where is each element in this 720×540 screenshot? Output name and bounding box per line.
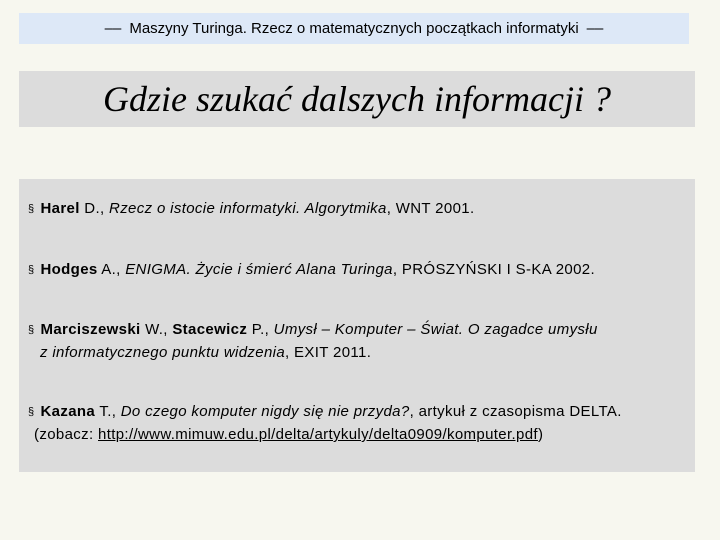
reference-item-harel: § Harel D., Rzecz o istocie informatyki. … bbox=[28, 198, 474, 221]
article-title: Do czego komputer nigdy się nie przyda? bbox=[120, 403, 410, 420]
bullet-icon: § bbox=[28, 264, 35, 276]
reference-item-marciszewski: § Marciszewski W., Stacewicz P., Umysł – … bbox=[28, 319, 598, 363]
slide-title: Gdzie szukać dalszych informacji ? bbox=[103, 79, 611, 119]
publisher: , EXIT 2011. bbox=[285, 344, 372, 361]
header-bar: –– Maszyny Turinga. Rzecz o matematyczny… bbox=[19, 13, 689, 44]
publisher: , artykuł z czasopisma DELTA. bbox=[409, 403, 622, 420]
bullet-icon: § bbox=[28, 324, 35, 336]
bullet-icon: § bbox=[28, 406, 35, 418]
author-initial-2: P., bbox=[247, 321, 274, 338]
header-dash-right: –– bbox=[586, 20, 604, 37]
author-name: Kazana bbox=[40, 403, 96, 420]
author-initial: D., bbox=[79, 200, 110, 217]
reference-item-hodges: § Hodges A., ENIGMA. Życie i śmierć Alana… bbox=[28, 259, 595, 282]
book-title: ENIGMA. Życie i śmierć Alana Turinga bbox=[125, 261, 393, 278]
reference-continuation: z informatycznego punktu widzenia, EXIT … bbox=[28, 342, 598, 363]
slide-title-box: Gdzie szukać dalszych informacji ? bbox=[19, 71, 695, 127]
bullet-icon: § bbox=[28, 203, 35, 215]
author-name-2: Stacewicz bbox=[172, 321, 248, 338]
author-name: Harel bbox=[40, 200, 80, 217]
header-title: Maszyny Turinga. Rzecz o matematycznych … bbox=[129, 20, 579, 37]
book-title: Rzecz o istocie informatyki. Algorytmika bbox=[109, 200, 387, 217]
publisher: , PRÓSZYŃSKI I S-KA 2002. bbox=[392, 261, 596, 278]
reference-continuation: (zobacz: http://www.mimuw.edu.pl/delta/a… bbox=[28, 424, 622, 445]
book-title-line1: Umysł – Komputer – Świat. O zagadce umys… bbox=[273, 321, 598, 338]
see-suffix: ) bbox=[537, 426, 544, 443]
author-name: Hodges bbox=[40, 261, 98, 278]
references-box: § Harel D., Rzecz o istocie informatyki. … bbox=[19, 179, 695, 472]
author-initial: W., bbox=[140, 321, 173, 338]
author-name: Marciszewski bbox=[40, 321, 141, 338]
article-link[interactable]: http://www.mimuw.edu.pl/delta/artykuly/d… bbox=[98, 426, 538, 443]
header-dash-left: –– bbox=[104, 20, 122, 37]
author-initial: T., bbox=[95, 403, 121, 420]
book-title-line2: z informatycznego punktu widzenia bbox=[40, 344, 286, 361]
publisher: , WNT 2001. bbox=[386, 200, 475, 217]
see-prefix: (zobacz: bbox=[34, 426, 99, 443]
reference-item-kazana: § Kazana T., Do czego komputer nigdy się … bbox=[28, 401, 622, 445]
author-initial: A., bbox=[97, 261, 126, 278]
